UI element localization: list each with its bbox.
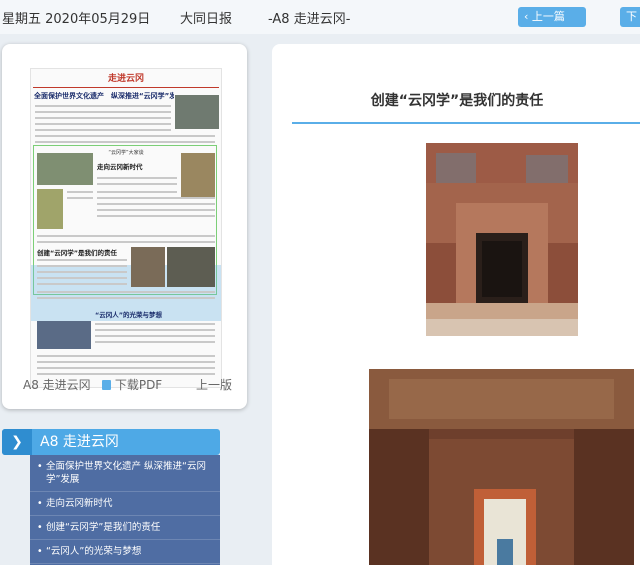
thumb-article-title: 创建“云冈学”是我们的责任 (37, 249, 118, 257)
thumb-masthead: 走进云冈 (107, 74, 144, 84)
list-item[interactable]: “云冈人”的光荣与梦想 (30, 540, 220, 564)
next-article-button[interactable]: 下 (620, 7, 640, 27)
thumb-bottom-title: “云冈人”的光荣与梦想 (95, 311, 163, 319)
chevron-left-icon: ‹ (524, 10, 529, 23)
thumb-photo (175, 95, 219, 129)
thumb-page-label[interactable]: A8 走进云冈 (23, 376, 91, 393)
thumb-section-title: 走向云冈新时代 (97, 163, 143, 171)
list-item[interactable]: 创建“云冈学”是我们的责任 (30, 516, 220, 540)
section-header[interactable]: ❯ A8 走进云冈 (2, 429, 220, 455)
list-item[interactable]: 走向云冈新时代 (30, 492, 220, 516)
page-label: -A8 走进云冈- (268, 12, 351, 27)
article-panel: 创建“云冈学”是我们的责任 (272, 44, 640, 565)
article-photo-grotto-niche (426, 143, 578, 336)
pdf-icon (102, 380, 111, 390)
download-pdf-link[interactable]: 下载PDF (102, 376, 162, 393)
article-photo-cave-interior (369, 369, 634, 565)
prev-page-link[interactable]: 上一版 (196, 376, 232, 393)
issue-date: 星期五 2020年05月29日 (2, 12, 151, 27)
title-divider (292, 122, 640, 124)
article-list: 全面保护世界文化遗产 纵深推进“云冈学”发展 走向云冈新时代 创建“云冈学”是我… (30, 455, 220, 565)
article-title: 创建“云冈学”是我们的责任 (370, 93, 544, 109)
top-bar: 星期五 2020年05月29日 大同日报 -A8 走进云冈- ‹ 上一篇 下 (0, 0, 640, 34)
thumb-headline: 全面保护世界文化遗产 纵深推进“云冈学”发展 (34, 92, 174, 100)
page-thumbnail[interactable]: 走进云冈 全面保护世界文化遗产 纵深推进“云冈学”发展 “云冈学”大家谈 走向云… (30, 68, 222, 388)
page-thumbnail-card: 走进云冈 全面保护世界文化遗产 纵深推进“云冈学”发展 “云冈学”大家谈 走向云… (2, 44, 247, 409)
newspaper-name: 大同日报 (180, 12, 233, 27)
chevron-right-icon: ❯ (2, 429, 32, 455)
prev-article-button[interactable]: ‹ 上一篇 (518, 7, 586, 27)
list-item[interactable]: 全面保护世界文化遗产 纵深推进“云冈学”发展 (30, 455, 220, 492)
